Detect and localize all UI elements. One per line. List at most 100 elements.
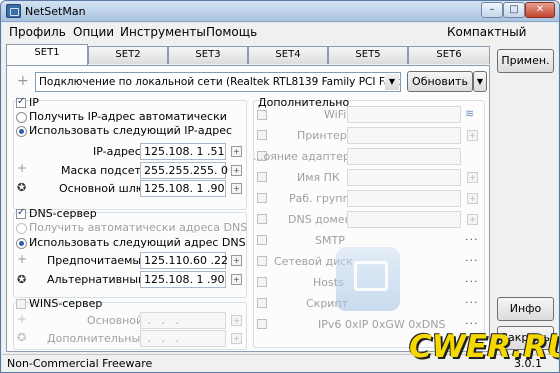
wifi-label: WiFi (324, 108, 347, 121)
gateway-field[interactable]: 125.108. 1 .90 (140, 180, 226, 197)
wifi-signal-icon[interactable]: ≋ (465, 107, 474, 120)
ip-checkbox[interactable] (16, 96, 26, 108)
dns-section-label: DNS-сервер (29, 207, 97, 220)
wins-primary-menu-icon: + (231, 315, 242, 326)
tab-set3[interactable]: SET3 (168, 46, 248, 64)
smtp-more-icon[interactable]: ··· (465, 233, 479, 246)
tab-set6[interactable]: SET6 (408, 46, 490, 64)
hosts-checkbox[interactable] (257, 277, 267, 287)
refresh-dropdown-button[interactable]: ▼ (473, 71, 487, 92)
pc-name-checkbox[interactable] (257, 172, 267, 182)
dns-domain-menu-icon[interactable]: + (467, 214, 478, 225)
subnet-mask-menu-icon[interactable]: + (231, 165, 242, 176)
printer-checkbox[interactable] (257, 130, 267, 140)
info-button[interactable]: Инфо (497, 297, 554, 321)
add-wins-icon: + (17, 312, 28, 326)
menu-options[interactable]: Опции (73, 25, 114, 39)
tab-set4[interactable]: SET4 (248, 46, 328, 64)
alternate-dns-menu-icon[interactable]: + (231, 274, 242, 285)
dns-domain-field[interactable] (347, 211, 461, 228)
ip-address-label: IP-адрес (93, 145, 141, 158)
chevron-down-icon: ▼ (476, 77, 484, 86)
tab-set2[interactable]: SET2 (88, 46, 168, 64)
alternate-dns-field[interactable]: 125.108. 1 .90 (140, 271, 226, 288)
ip-manual-label: Использовать следующий IP-адрес (29, 124, 233, 137)
workgroup-menu-icon[interactable]: + (467, 193, 478, 204)
refresh-button[interactable]: Обновить (407, 71, 473, 92)
workgroup-field[interactable] (347, 190, 461, 207)
net-drive-checkbox[interactable] (257, 256, 267, 266)
subnet-mask-field[interactable]: 255.255.255. 0 (140, 162, 228, 179)
tab-set1[interactable]: SET1 (6, 44, 88, 65)
chevron-down-icon: ▼ (385, 74, 399, 90)
dns-domain-label: DNS домен (288, 213, 352, 226)
client-area: SET1 SET2 SET3 SET4 SET5 SET6 + Подключе… (2, 42, 558, 354)
dns-checkbox[interactable] (16, 207, 26, 219)
menu-tools[interactable]: Инструменты (120, 25, 206, 39)
preferred-dns-menu-icon[interactable]: + (231, 255, 242, 266)
dns-auto-radio[interactable] (16, 223, 27, 234)
wins-checkbox[interactable] (16, 299, 26, 309)
add-gateway-icon[interactable]: + (17, 161, 27, 175)
dns-domain-checkbox[interactable] (257, 214, 267, 224)
workgroup-checkbox[interactable] (257, 193, 267, 203)
set-panel: + Подключение по локальной сети (Realtek… (6, 65, 490, 352)
pc-name-menu-icon[interactable]: + (467, 172, 478, 183)
gear-icon: ✪ (17, 331, 27, 344)
pc-name-field[interactable] (347, 169, 461, 186)
add-dns-icon[interactable]: + (17, 252, 27, 266)
add-connection-icon[interactable]: + (17, 73, 29, 89)
wins-primary-field: . . . (140, 312, 226, 329)
tab-set5[interactable]: SET5 (328, 46, 408, 64)
close-window-button[interactable]: ✕ (525, 2, 555, 18)
ipv6-checkbox[interactable] (257, 319, 267, 329)
ip-auto-radio[interactable] (16, 112, 27, 123)
dns-manual-radio[interactable] (16, 238, 27, 249)
wins-primary-label: Основной (87, 314, 144, 327)
preferred-dns-label: Предпочитаемый (47, 254, 149, 267)
smtp-checkbox[interactable] (257, 235, 267, 245)
script-more-icon[interactable]: ··· (465, 296, 479, 309)
app-window: NetSetMan – □ ✕ Профиль Опции Инструмент… (0, 0, 560, 373)
app-icon (6, 4, 21, 18)
printer-label: Принтер (297, 129, 347, 142)
preferred-dns-field[interactable]: 125.110.60 .22 (140, 252, 228, 269)
alternate-dns-label: Альтернативный (47, 273, 146, 286)
wins-secondary-menu-icon: + (231, 333, 242, 344)
license-status: Non-Commercial Freeware (7, 357, 153, 370)
adapter-state-select[interactable] (347, 148, 461, 165)
dns-auto-label: Получить автоматически адреса DNS (29, 221, 248, 234)
script-checkbox[interactable] (257, 298, 267, 308)
pc-name-label: Имя ПК (297, 171, 340, 184)
cwer-watermark-logo: CWER.RU (409, 329, 560, 365)
menu-help[interactable]: Помощь (206, 25, 257, 39)
ip-address-menu-icon[interactable]: + (231, 146, 242, 157)
subnet-mask-label: Маска подсети (61, 164, 149, 177)
title-bar: NetSetMan – □ ✕ (1, 1, 559, 22)
connection-select[interactable]: Подключение по локальной сети (Realtek R… (35, 72, 401, 92)
apply-button[interactable]: Примен. (497, 49, 554, 73)
gateway-menu-icon[interactable]: + (231, 183, 242, 194)
gear-icon[interactable]: ✪ (17, 273, 26, 286)
net-drive-more-icon[interactable]: ··· (465, 254, 479, 267)
maximize-button[interactable]: □ (503, 2, 525, 18)
gateway-label: Основной шлюз (59, 182, 151, 195)
printer-menu-icon[interactable]: + (467, 130, 478, 141)
minimize-button[interactable]: – (481, 2, 503, 18)
gear-icon[interactable]: ✪ (17, 181, 26, 194)
connection-select-value: Подключение по локальной сети (Realtek R… (39, 76, 401, 88)
hosts-more-icon[interactable]: ··· (465, 275, 479, 288)
wifi-select[interactable] (347, 106, 461, 123)
ip-address-field[interactable]: 125.108. 1 .51 (140, 143, 226, 160)
ipv6-label: IPv6 (318, 318, 342, 331)
ip-manual-radio[interactable] (16, 126, 27, 137)
printer-select[interactable] (347, 127, 461, 144)
menu-bar: Профиль Опции Инструменты Помощь Компакт… (2, 23, 558, 53)
wifi-checkbox[interactable] (257, 110, 267, 120)
wins-secondary-label: Дополнительный (47, 332, 148, 345)
wins-secondary-field: . . . (140, 330, 226, 347)
menu-profile[interactable]: Профиль (9, 25, 66, 39)
set-tabs: SET1 SET2 SET3 SET4 SET5 SET6 (6, 44, 490, 65)
smtp-label: SMTP (315, 234, 345, 247)
dns-manual-label: Использовать следующий адрес DNS (29, 236, 246, 249)
